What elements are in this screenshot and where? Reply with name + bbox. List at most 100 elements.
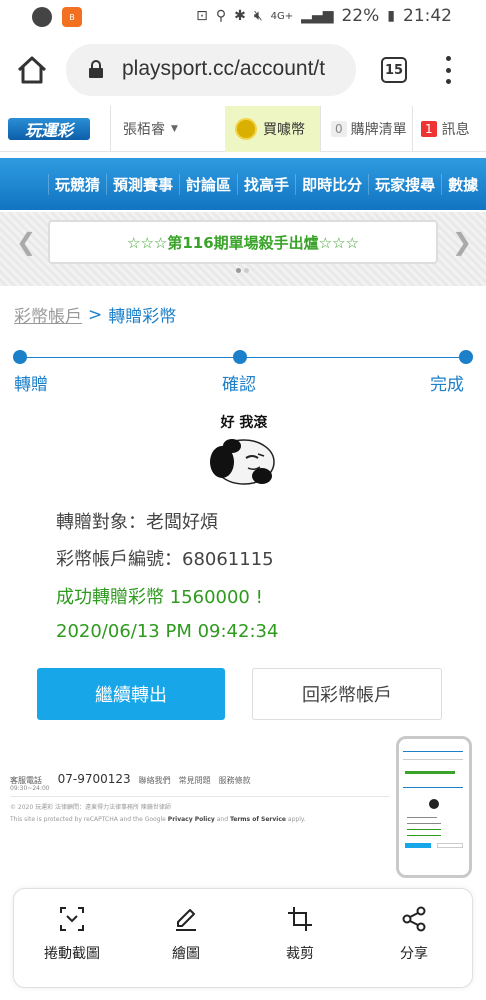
signal-icon: ▂▄▆	[301, 8, 334, 24]
location-icon: ⚲	[215, 8, 227, 24]
nav-item-data[interactable]: 數據	[441, 173, 484, 195]
recaptcha-and: and	[216, 816, 229, 823]
scroll-capture-icon	[60, 907, 84, 931]
meme-image: 好 我滾	[208, 412, 280, 488]
buy-coin-button[interactable]: 買噱幣	[225, 106, 320, 152]
privacy-policy-link[interactable]: Privacy Policy	[168, 816, 215, 823]
lock-icon	[89, 60, 103, 78]
nav-item-player-search[interactable]: 玩家搜尋	[368, 173, 441, 195]
thumb-button	[405, 843, 431, 848]
nav-item-live-scores[interactable]: 即時比分	[295, 173, 368, 195]
battery-icon: ▮	[387, 8, 395, 24]
share-label: 分享	[400, 946, 428, 962]
footer-link-terms[interactable]: 服務條款	[219, 775, 251, 786]
coin-icon	[235, 118, 257, 140]
continue-transfer-button[interactable]: 繼續轉出	[37, 668, 225, 720]
terms-of-service-link[interactable]: Terms of Service	[230, 816, 286, 823]
address-bar[interactable]: playsport.cc/account/t	[66, 44, 356, 96]
carousel-dot[interactable]	[244, 268, 249, 273]
footer-divider	[10, 796, 390, 797]
service-phone: 07-9700123	[57, 772, 131, 786]
recaptcha-notice: This site is protected by reCAPTCHA and …	[10, 816, 305, 823]
site-header: 玩運彩 張栢睿 ▼ 買噱幣 0 購牌清單 1 訊息	[0, 106, 486, 152]
crop-icon	[288, 907, 312, 931]
dot-icon	[445, 56, 451, 61]
caret-down-icon: ▼	[171, 124, 178, 134]
transfer-timestamp: 2020/06/13 PM 09:42:34	[56, 621, 279, 642]
copyright: © 2020 玩運彩 法律顧問：遠東得力法律事務所 陳鏡世律師	[10, 804, 171, 811]
recaptcha-apply: apply.	[287, 816, 306, 823]
message-count-badge: 1	[421, 121, 437, 137]
username: 張栢睿	[123, 122, 165, 138]
status-bar: B ⊡ ⚲ ✱ 🔇︎ 4G+ ▂▄▆ 22% ▮ 21:42	[0, 0, 486, 34]
thumb-banner	[405, 771, 455, 774]
thumb-line	[403, 751, 463, 752]
notification-app2-icon: B	[62, 7, 82, 27]
footer-link-contact[interactable]: 聯絡我們	[139, 775, 171, 786]
footer-link-faq[interactable]: 常見問題	[179, 775, 211, 786]
user-menu[interactable]: 張栢睿 ▼	[110, 106, 225, 152]
notification-app-icon	[32, 7, 52, 27]
screenshot-preview-thumbnail[interactable]	[396, 736, 472, 878]
panda-face-icon	[210, 439, 275, 485]
meme-caption: 好 我滾	[220, 415, 268, 431]
chevron-right-icon[interactable]: ❯	[452, 228, 472, 256]
mute-icon: 🔇︎	[253, 8, 263, 24]
cart-link[interactable]: 0 購牌清單	[320, 106, 412, 152]
url-text: playsport.cc/account/t	[122, 57, 326, 80]
pencil-icon	[176, 909, 196, 931]
step-label-transfer: 轉贈	[14, 375, 48, 395]
share-icon	[402, 906, 426, 932]
nav-item-experts[interactable]: 找高手	[237, 173, 295, 195]
step-label-done: 完成	[430, 375, 464, 395]
carousel-dot[interactable]	[236, 268, 241, 273]
nav-item-predictions[interactable]: 預測賽事	[106, 173, 179, 195]
progress-steps: 轉贈 確認 完成	[0, 340, 486, 400]
thumb-step-line	[403, 787, 463, 788]
bluetooth-icon: ✱	[234, 8, 246, 24]
dot-icon	[445, 79, 451, 84]
breadcrumb-coin-account[interactable]: 彩幣帳戶	[14, 302, 82, 327]
network-type: 4G+	[270, 10, 294, 22]
thumb-text	[407, 817, 437, 818]
thumb-text	[407, 823, 441, 824]
thumb-line	[403, 759, 463, 760]
overflow-menu-button[interactable]	[437, 54, 459, 86]
alarm-icon: ⊡	[196, 8, 208, 24]
messages-link[interactable]: 1 訊息	[412, 106, 486, 152]
draw-label: 繪圖	[172, 946, 200, 962]
breadcrumb-current: 轉贈彩幣	[108, 307, 177, 327]
battery-percent: 22%	[341, 6, 380, 26]
cart-count-badge: 0	[331, 121, 347, 137]
tab-switcher-button[interactable]: 15	[381, 57, 407, 83]
screenshot-action-bar: 捲動截圖 繪圖 裁剪 分享	[13, 888, 473, 988]
step-label-confirm: 確認	[222, 375, 256, 395]
step-dot-done	[459, 350, 473, 364]
share-button[interactable]: 分享	[364, 901, 464, 977]
crop-label: 裁剪	[286, 946, 314, 962]
back-to-account-button[interactable]: 回彩幣帳戶	[252, 668, 442, 720]
success-message: 成功轉贈彩幣 1560000 !	[56, 587, 263, 608]
announcement-carousel: ❮ ☆☆☆第116期單場殺手出爐☆☆☆ ❯	[0, 212, 486, 286]
messages-label: 訊息	[441, 122, 470, 138]
chevron-left-icon[interactable]: ❮	[16, 228, 36, 256]
crop-button[interactable]: 裁剪	[250, 901, 350, 977]
dot-icon	[445, 67, 451, 73]
scroll-capture-button[interactable]: 捲動截圖	[22, 901, 122, 977]
carousel-dots	[236, 268, 249, 273]
thumb-text	[407, 835, 441, 836]
main-nav: 玩競猜 預測賽事 討論區 找高手 即時比分 玩家搜尋 數據	[0, 158, 486, 210]
home-button[interactable]	[14, 52, 50, 88]
site-logo[interactable]: 玩運彩	[8, 118, 90, 140]
thumb-text	[407, 829, 441, 830]
service-hours: 09:30~24:00	[10, 784, 50, 792]
nav-item-forum[interactable]: 討論區	[179, 173, 237, 195]
buy-coin-label: 買噱幣	[263, 122, 305, 138]
account-number-info: 彩幣帳戶編號：68061115	[56, 549, 274, 570]
draw-button[interactable]: 繪圖	[136, 901, 236, 977]
breadcrumb: 彩幣帳戶 > 轉贈彩幣	[14, 302, 177, 328]
cart-label: 購牌清單	[350, 122, 407, 138]
announcement-banner[interactable]: ☆☆☆第116期單場殺手出爐☆☆☆	[48, 220, 438, 264]
nav-item-play-guess[interactable]: 玩競猜	[48, 173, 106, 195]
recipient-info: 轉贈對象：老闆好煩	[56, 512, 218, 533]
